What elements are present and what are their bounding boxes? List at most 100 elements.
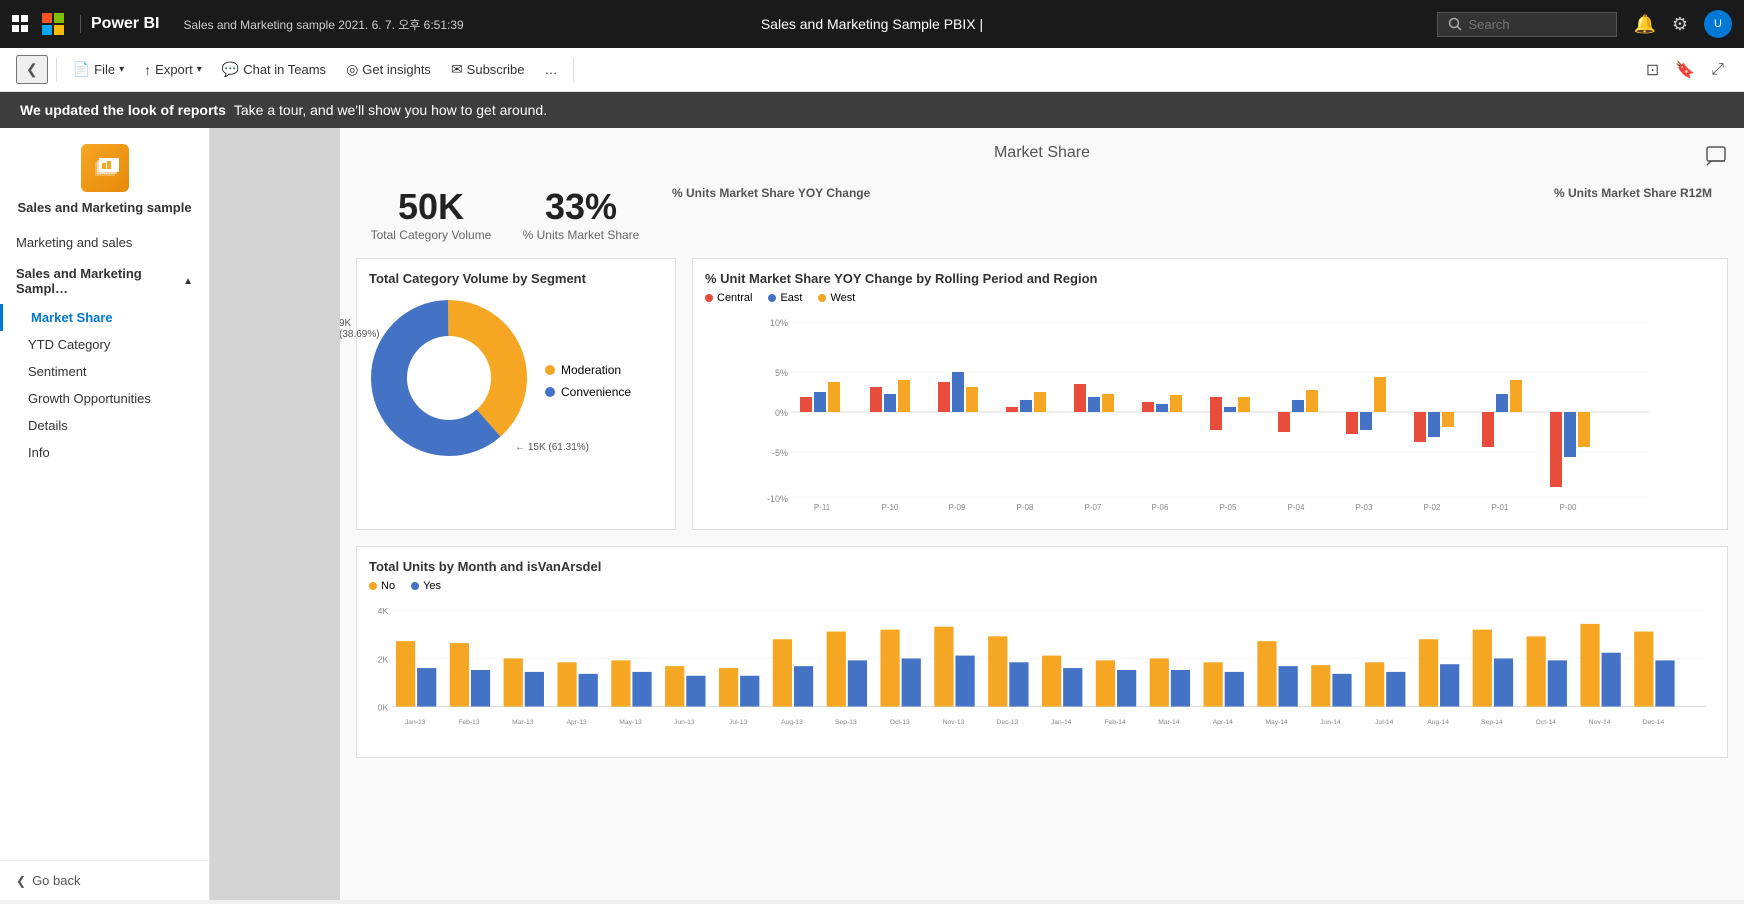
svg-text:P-02: P-02 bbox=[1424, 503, 1441, 512]
export-button[interactable]: ↑ Export ▾ bbox=[136, 58, 210, 82]
report-icon bbox=[81, 144, 129, 192]
svg-text:P-03: P-03 bbox=[1356, 503, 1373, 512]
chat-teams-button[interactable]: 💬 Chat in Teams bbox=[214, 57, 334, 82]
monthly-bar-chart-svg: 4K 2K 0K Jan-13 Feb-13 bbox=[369, 600, 1715, 740]
sidebar-item-marketing-sales[interactable]: Marketing and sales bbox=[0, 227, 209, 258]
apps-grid-icon[interactable] bbox=[12, 15, 30, 33]
svg-text:Dec-13: Dec-13 bbox=[997, 719, 1019, 726]
export-icon: ↑ bbox=[144, 62, 151, 78]
avatar[interactable]: U bbox=[1704, 10, 1732, 38]
insights-icon: ◎ bbox=[346, 61, 358, 78]
more-button[interactable]: … bbox=[536, 58, 565, 81]
svg-text:Sep-13: Sep-13 bbox=[835, 719, 857, 726]
export-chevron: ▾ bbox=[197, 64, 202, 75]
file-button[interactable]: 📄 File ▾ bbox=[65, 57, 132, 82]
chat-label: Chat in Teams bbox=[243, 62, 326, 77]
svg-text:Sep-14: Sep-14 bbox=[1481, 719, 1503, 726]
legend-moderation-label: Moderation bbox=[561, 363, 621, 377]
svg-text:Nov-14: Nov-14 bbox=[1589, 719, 1611, 726]
svg-text:0K: 0K bbox=[378, 702, 389, 712]
svg-text:May-13: May-13 bbox=[619, 719, 642, 726]
kpi-total-category: 50K Total Category Volume bbox=[356, 178, 506, 250]
collapse-button[interactable]: ❮ bbox=[16, 55, 48, 84]
sidebar-section-header[interactable]: Sales and Marketing Sampl… ▲ bbox=[0, 258, 209, 304]
legend-convenience-label: Convenience bbox=[561, 385, 631, 399]
svg-text:Nov-13: Nov-13 bbox=[943, 719, 965, 726]
donut-svg bbox=[369, 298, 529, 458]
legend-central: Central bbox=[705, 292, 752, 304]
insights-label: Get insights bbox=[362, 62, 431, 77]
donut-annotation-yellow: 9K(38.69%) bbox=[340, 318, 380, 340]
monthly-chart-legend: No Yes bbox=[369, 580, 1715, 592]
svg-text:Jun-14: Jun-14 bbox=[1320, 719, 1341, 726]
svg-text:Jul-14: Jul-14 bbox=[1375, 719, 1394, 726]
sidebar-sub-label: YTD Category bbox=[28, 337, 110, 352]
kpi-market-share: 33% % Units Market Share bbox=[506, 178, 656, 250]
donut-chart-title: Total Category Volume by Segment bbox=[369, 271, 663, 286]
search-input[interactable] bbox=[1468, 17, 1588, 32]
comment-icon[interactable] bbox=[1704, 144, 1728, 173]
search-icon bbox=[1448, 17, 1462, 31]
settings-icon[interactable]: ⚙ bbox=[1672, 14, 1688, 35]
legend-yes: Yes bbox=[411, 580, 441, 592]
banner-body: Take a tour, and we'll show you how to g… bbox=[234, 102, 547, 118]
kpi-label-share: % Units Market Share bbox=[514, 228, 648, 242]
microsoft-logo bbox=[42, 13, 64, 35]
legend-moderation: Moderation bbox=[545, 363, 631, 377]
legend-east-label: East bbox=[780, 292, 802, 304]
legend-no: No bbox=[369, 580, 395, 592]
search-box[interactable] bbox=[1437, 12, 1617, 37]
svg-text:Feb-14: Feb-14 bbox=[1104, 719, 1126, 726]
svg-text:P-07: P-07 bbox=[1085, 503, 1102, 512]
view-toggle-button[interactable]: ⊡ bbox=[1642, 56, 1663, 84]
banner-bold: We updated the look of reports bbox=[20, 102, 226, 118]
toolbar: ❮ 📄 File ▾ ↑ Export ▾ 💬 Chat in Teams ◎ … bbox=[0, 48, 1744, 92]
go-back-label: Go back bbox=[32, 873, 80, 888]
svg-text:P-05: P-05 bbox=[1220, 503, 1237, 512]
powerbi-label: Power BI bbox=[80, 15, 159, 33]
svg-text:P-10: P-10 bbox=[882, 503, 899, 512]
svg-text:Apr-14: Apr-14 bbox=[1213, 719, 1233, 726]
svg-text:0%: 0% bbox=[775, 408, 788, 418]
expand-button[interactable]: ⤢ bbox=[1707, 57, 1728, 83]
svg-text:Jun-13: Jun-13 bbox=[674, 719, 695, 726]
file-label: File bbox=[94, 62, 115, 77]
svg-text:P-06: P-06 bbox=[1152, 503, 1169, 512]
sidebar-item-info[interactable]: Info bbox=[0, 439, 209, 466]
sidebar-sub-label: Growth Opportunities bbox=[28, 391, 151, 406]
yoy-chart-title: % Unit Market Share YOY Change by Rollin… bbox=[705, 271, 1715, 286]
sidebar-item-details[interactable]: Details bbox=[0, 412, 209, 439]
subscribe-button[interactable]: ✉ Subscribe bbox=[443, 57, 533, 82]
monthly-chart-title: Total Units by Month and isVanArsdel bbox=[369, 559, 1715, 574]
subscribe-icon: ✉ bbox=[451, 61, 463, 78]
yoy-chart-legend: Central East West bbox=[705, 292, 1715, 304]
kpi-value-total: 50K bbox=[364, 186, 498, 228]
svg-text:P-00: P-00 bbox=[1560, 503, 1577, 512]
file-chevron: ▾ bbox=[119, 64, 124, 75]
sidebar-report-title: Sales and Marketing sample bbox=[16, 200, 193, 215]
svg-text:Oct-13: Oct-13 bbox=[890, 719, 910, 726]
center-title: Sales and Marketing Sample PBIX | bbox=[761, 16, 983, 32]
file-icon: 📄 bbox=[73, 61, 90, 78]
bell-icon[interactable]: 🔔 bbox=[1633, 14, 1655, 35]
bookmark-button[interactable]: 🔖 bbox=[1671, 56, 1699, 84]
svg-text:Apr-13: Apr-13 bbox=[567, 719, 587, 726]
yoy-header2: % Units Market Share R12M bbox=[1554, 186, 1712, 200]
yoy-header1: % Units Market Share YOY Change bbox=[672, 186, 870, 200]
yoy-bar-chart-svg: 10% 5% 0% -5% -10% bbox=[705, 312, 1715, 512]
sidebar-sub-label: Sentiment bbox=[28, 364, 87, 379]
yoy-chart-panel: % Unit Market Share YOY Change by Rollin… bbox=[692, 258, 1728, 530]
sidebar-item-ytd-category[interactable]: YTD Category bbox=[0, 331, 209, 358]
svg-text:Mar-14: Mar-14 bbox=[1158, 719, 1180, 726]
get-insights-button[interactable]: ◎ Get insights bbox=[338, 57, 439, 82]
go-back-button[interactable]: ❮ Go back bbox=[0, 860, 209, 900]
sidebar-section-label: Sales and Marketing Sampl… bbox=[16, 266, 175, 296]
svg-text:P-11: P-11 bbox=[814, 503, 831, 512]
document-title: Sales and Marketing sample 2021. 6. 7. 오… bbox=[183, 16, 463, 33]
sidebar-item-sentiment[interactable]: Sentiment bbox=[0, 358, 209, 385]
svg-text:Aug-14: Aug-14 bbox=[1427, 719, 1449, 726]
monthly-chart-panel: Total Units by Month and isVanArsdel No … bbox=[356, 546, 1728, 758]
sidebar-item-growth-opportunities[interactable]: Growth Opportunities bbox=[0, 385, 209, 412]
sidebar-item-market-share[interactable]: Market Share bbox=[0, 304, 209, 331]
svg-text:P-01: P-01 bbox=[1492, 503, 1509, 512]
